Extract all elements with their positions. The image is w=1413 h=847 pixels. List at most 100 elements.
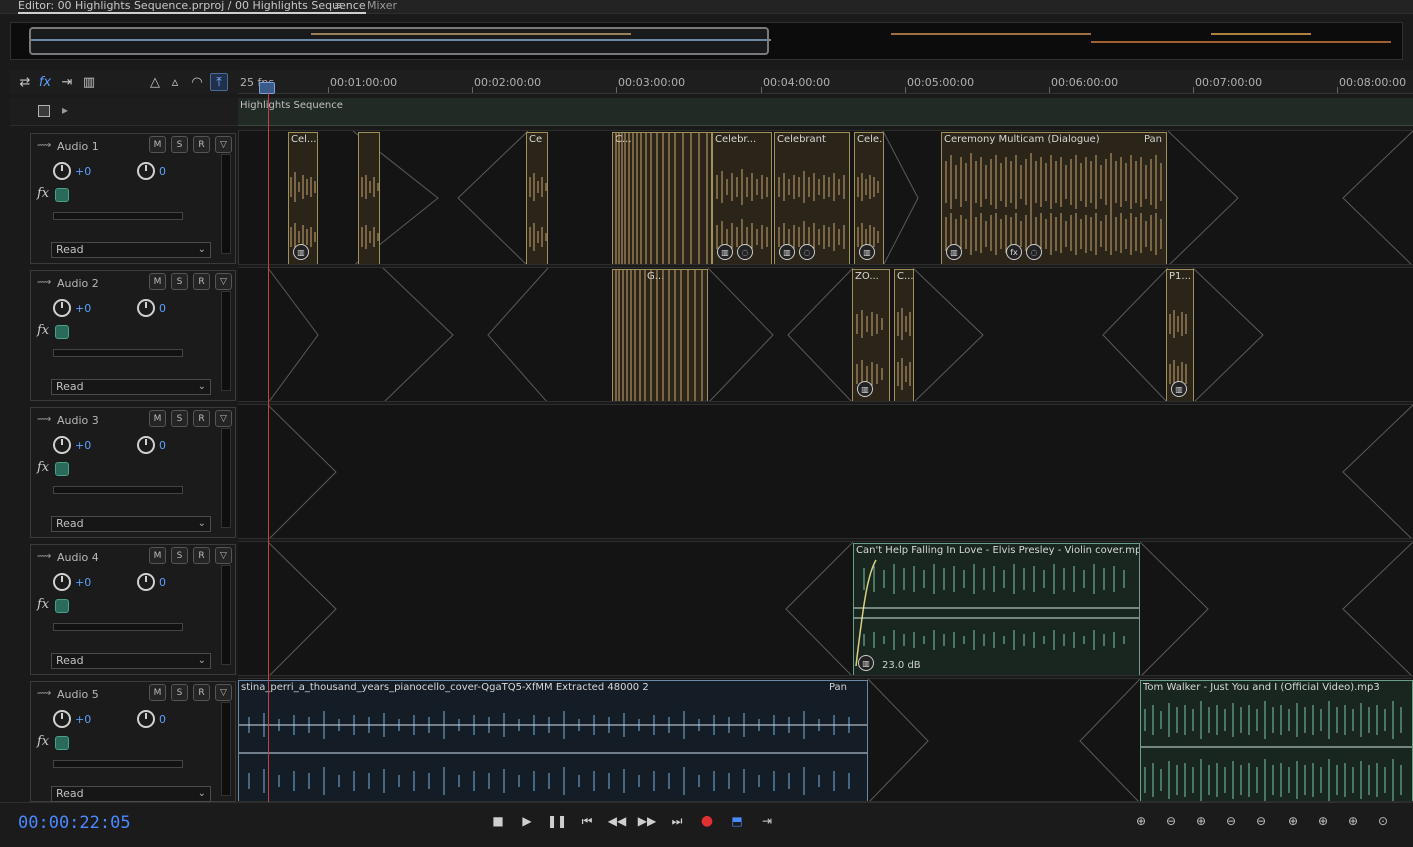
overview-visible-range[interactable] bbox=[29, 27, 769, 55]
session-overview[interactable] bbox=[10, 22, 1403, 60]
meter-icon[interactable]: ▥ bbox=[80, 73, 98, 91]
record-arm-button[interactable]: R bbox=[193, 684, 210, 701]
monitor-button[interactable]: ▽ bbox=[215, 547, 232, 564]
power-icon[interactable] bbox=[55, 599, 69, 613]
audio-clip[interactable]: P1... ▥ bbox=[1166, 269, 1194, 401]
track-name[interactable]: Audio 3 bbox=[57, 414, 99, 427]
zoom-in-left-icon[interactable]: ⊕ bbox=[1312, 812, 1334, 830]
skip-to-start-icon[interactable]: ⏮ bbox=[576, 812, 598, 830]
pan-value[interactable]: 0 bbox=[159, 165, 166, 178]
mute-button[interactable]: M bbox=[149, 273, 166, 290]
sequence-lane[interactable]: Highlights Sequence bbox=[238, 98, 1413, 126]
volume-knob[interactable] bbox=[53, 573, 71, 591]
volume-value[interactable]: +0 bbox=[75, 302, 91, 315]
rewind-icon[interactable]: ◀◀ bbox=[606, 812, 628, 830]
solo-button[interactable]: S bbox=[171, 684, 188, 701]
mute-button[interactable]: M bbox=[149, 547, 166, 564]
fx-icon[interactable]: fx bbox=[37, 186, 49, 201]
zoom-reset-icon[interactable]: ⊙ bbox=[1372, 812, 1394, 830]
power-icon[interactable] bbox=[55, 462, 69, 476]
track-lane-audio-2[interactable]: G... ZO... ▥ C... P1... ▥ bbox=[238, 267, 1413, 402]
record-arm-button[interactable]: R bbox=[193, 273, 210, 290]
track-lane-audio-1[interactable]: Cel... ▥ Ce C... Celebr... ▥ ◌ Celebrant… bbox=[238, 130, 1413, 265]
volume-knob[interactable] bbox=[53, 710, 71, 728]
automation-mode-select[interactable]: Read ⌄ bbox=[51, 516, 211, 532]
time-ruler[interactable]: 25 fps 00:01:00:00 00:02:00:00 00:03:00:… bbox=[238, 70, 1413, 94]
pause-icon[interactable]: ❚❚ bbox=[546, 812, 568, 830]
pan-knob[interactable] bbox=[137, 299, 155, 317]
clip-comment-icon[interactable]: ◌ bbox=[737, 244, 753, 260]
monitor-button[interactable]: ▽ bbox=[215, 273, 232, 290]
fast-forward-icon[interactable]: ▶▶ bbox=[636, 812, 658, 830]
fx-icon[interactable]: fx bbox=[37, 597, 49, 612]
expand-arrow-icon[interactable]: ▸ bbox=[62, 103, 68, 117]
tab-mixer[interactable]: Mixer bbox=[367, 0, 397, 14]
mute-button[interactable]: M bbox=[149, 684, 166, 701]
record-arm-button[interactable]: R bbox=[193, 136, 210, 153]
tab-editor[interactable]: Editor: 00 Highlights Sequence.prproj / … bbox=[18, 0, 366, 14]
send-slider[interactable] bbox=[53, 760, 183, 768]
swap-icon[interactable]: ⇄ bbox=[16, 73, 34, 91]
monitor-button[interactable]: ▽ bbox=[215, 684, 232, 701]
audio-clip[interactable]: ZO... ▥ bbox=[852, 269, 890, 401]
clip-comment-icon[interactable]: ◌ bbox=[1026, 244, 1042, 260]
panel-menu-icon[interactable]: ≡ bbox=[334, 0, 343, 14]
zoom-out-full-icon[interactable]: ⊖ bbox=[1250, 812, 1272, 830]
loop-icon[interactable]: ⬒ bbox=[726, 812, 748, 830]
solo-button[interactable]: S bbox=[171, 136, 188, 153]
fx-icon[interactable]: fx bbox=[36, 73, 54, 91]
clip-meter-icon[interactable]: ▥ bbox=[857, 381, 873, 397]
fx-icon[interactable]: fx bbox=[37, 460, 49, 475]
zoom-selection-icon[interactable]: ⊕ bbox=[1282, 812, 1304, 830]
solo-button[interactable]: S bbox=[171, 410, 188, 427]
pan-knob[interactable] bbox=[137, 162, 155, 180]
automation-mode-select[interactable]: Read ⌄ bbox=[51, 653, 211, 669]
audio-clip[interactable]: G... bbox=[612, 269, 708, 401]
playhead[interactable] bbox=[268, 92, 269, 802]
volume-value[interactable]: +0 bbox=[75, 713, 91, 726]
mute-button[interactable]: M bbox=[149, 136, 166, 153]
pan-value[interactable]: 0 bbox=[159, 302, 166, 315]
sequence-icon[interactable] bbox=[38, 105, 50, 117]
fx-icon[interactable]: fx bbox=[37, 323, 49, 338]
headphones-icon[interactable]: ◠ bbox=[188, 73, 206, 91]
volume-value[interactable]: +0 bbox=[75, 439, 91, 452]
triangle-icon[interactable]: ▵ bbox=[166, 73, 184, 91]
skip-selection-icon[interactable]: ⇥ bbox=[756, 812, 778, 830]
power-icon[interactable] bbox=[55, 188, 69, 202]
volume-knob[interactable] bbox=[53, 299, 71, 317]
track-lane-audio-3[interactable] bbox=[238, 404, 1413, 539]
warning-icon[interactable]: △ bbox=[146, 73, 164, 91]
automation-mode-select[interactable]: Read ⌄ bbox=[51, 242, 211, 258]
track-name[interactable]: Audio 2 bbox=[57, 277, 99, 290]
audio-clip[interactable]: Ceremony Multicam (Dialogue) Pan ▥ fx ◌ bbox=[941, 132, 1167, 264]
track-name[interactable]: Audio 1 bbox=[57, 140, 99, 153]
pan-value[interactable]: 0 bbox=[159, 576, 166, 589]
send-slider[interactable] bbox=[53, 486, 183, 494]
play-icon[interactable]: ▶ bbox=[516, 812, 538, 830]
zoom-in-amplitude-icon[interactable]: ⊕ bbox=[1130, 812, 1152, 830]
volume-value[interactable]: +0 bbox=[75, 576, 91, 589]
clip-meter-icon[interactable]: ▥ bbox=[1171, 381, 1187, 397]
clip-meter-icon[interactable]: ▥ bbox=[293, 244, 309, 260]
audio-clip[interactable]: Can't Help Falling In Love - Elvis Presl… bbox=[853, 543, 1140, 675]
record-arm-button[interactable]: R bbox=[193, 410, 210, 427]
track-name[interactable]: Audio 5 bbox=[57, 688, 99, 701]
audio-clip[interactable]: Cel... ▥ bbox=[288, 132, 318, 264]
audio-clip[interactable]: stina_perri_a_thousand_years_pianocello_… bbox=[238, 680, 868, 801]
mute-button[interactable]: M bbox=[149, 410, 166, 427]
monitor-button[interactable]: ▽ bbox=[215, 136, 232, 153]
skip-to-end-icon[interactable]: ⏭ bbox=[666, 812, 688, 830]
record-arm-button[interactable]: R bbox=[193, 547, 210, 564]
clip-fx-icon[interactable]: fx bbox=[1006, 244, 1022, 260]
send-slider[interactable] bbox=[53, 623, 183, 631]
clip-comment-icon[interactable]: ◌ bbox=[799, 244, 815, 260]
volume-value[interactable]: +0 bbox=[75, 165, 91, 178]
pan-knob[interactable] bbox=[137, 710, 155, 728]
volume-knob[interactable] bbox=[53, 162, 71, 180]
track-name[interactable]: Audio 4 bbox=[57, 551, 99, 564]
audio-clip[interactable]: Celebrant ▥ ◌ bbox=[774, 132, 850, 264]
monitor-button[interactable]: ▽ bbox=[215, 410, 232, 427]
send-slider[interactable] bbox=[53, 349, 183, 357]
automation-mode-select[interactable]: Read ⌄ bbox=[51, 786, 211, 802]
